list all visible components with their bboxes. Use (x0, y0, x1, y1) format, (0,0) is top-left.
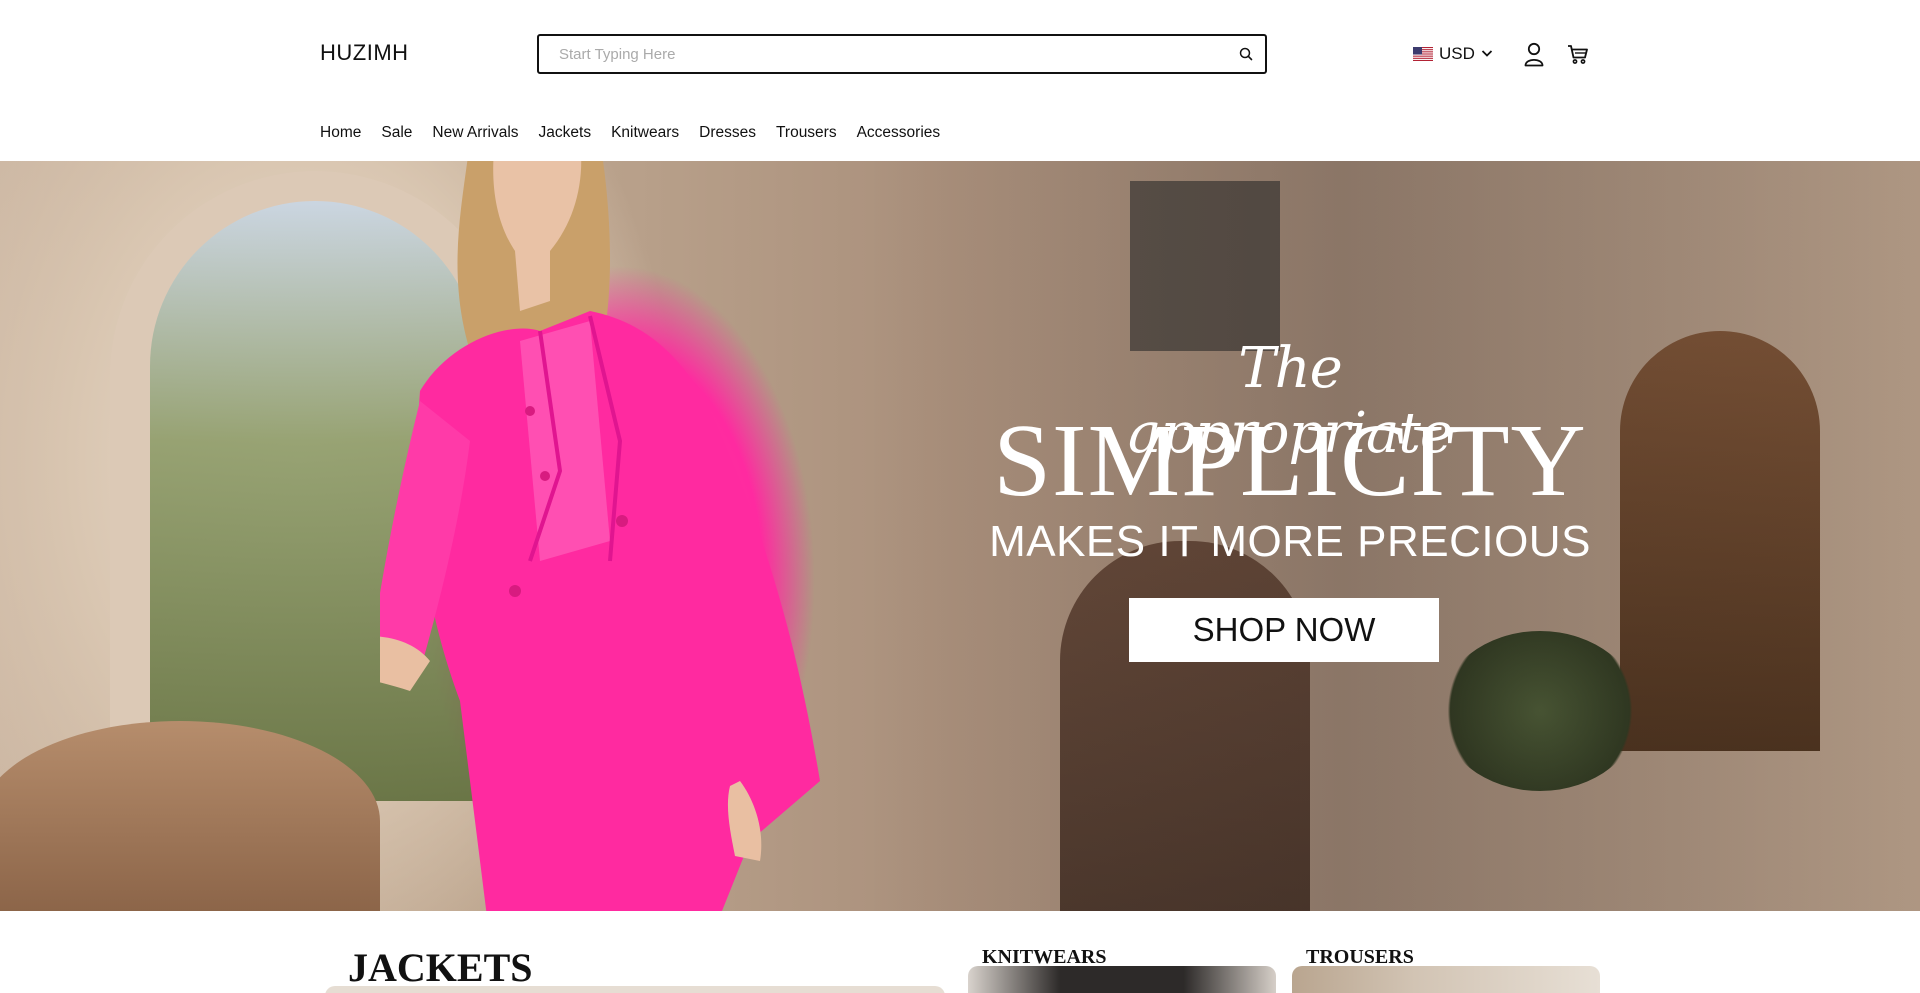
currency-selector[interactable]: USD (1413, 42, 1493, 66)
search-bar (537, 34, 1267, 74)
nav-item-home[interactable]: Home (320, 124, 361, 142)
currency-label: USD (1439, 44, 1475, 63)
site-logo[interactable]: HUZIMH (320, 40, 409, 66)
category-card-jackets[interactable] (325, 986, 945, 993)
nav-item-accessories[interactable]: Accessories (857, 124, 941, 142)
user-icon[interactable] (1522, 41, 1546, 67)
search-icon[interactable] (1235, 43, 1257, 65)
nav-item-jackets[interactable]: Jackets (539, 124, 592, 142)
nav-item-dresses[interactable]: Dresses (699, 124, 756, 142)
chevron-down-icon (1481, 45, 1493, 63)
nav-item-sale[interactable]: Sale (381, 124, 412, 142)
nav-item-knitwears[interactable]: Knitwears (611, 124, 679, 142)
hero-title: SIMPLICITY (993, 403, 1587, 518)
nav-item-new-arrivals[interactable]: New Arrivals (432, 124, 518, 142)
site-header: HUZIMH USD Home (0, 0, 1920, 160)
shop-now-button[interactable]: SHOP NOW (1129, 598, 1439, 662)
us-flag-icon (1413, 47, 1433, 61)
category-card-knitwears[interactable] (968, 966, 1276, 993)
category-title-jackets[interactable]: JACKETS (348, 944, 533, 991)
search-input[interactable] (559, 36, 1199, 72)
hero-banner: The appropriate SIMPLICITY MAKES IT MORE… (0, 161, 1920, 911)
main-nav: Home Sale New Arrivals Jackets Knitwears… (320, 124, 960, 142)
hero-subtitle: MAKES IT MORE PRECIOUS (989, 517, 1591, 566)
nav-item-trousers[interactable]: Trousers (776, 124, 837, 142)
category-card-trousers[interactable] (1292, 966, 1600, 993)
cart-icon[interactable] (1566, 42, 1590, 66)
